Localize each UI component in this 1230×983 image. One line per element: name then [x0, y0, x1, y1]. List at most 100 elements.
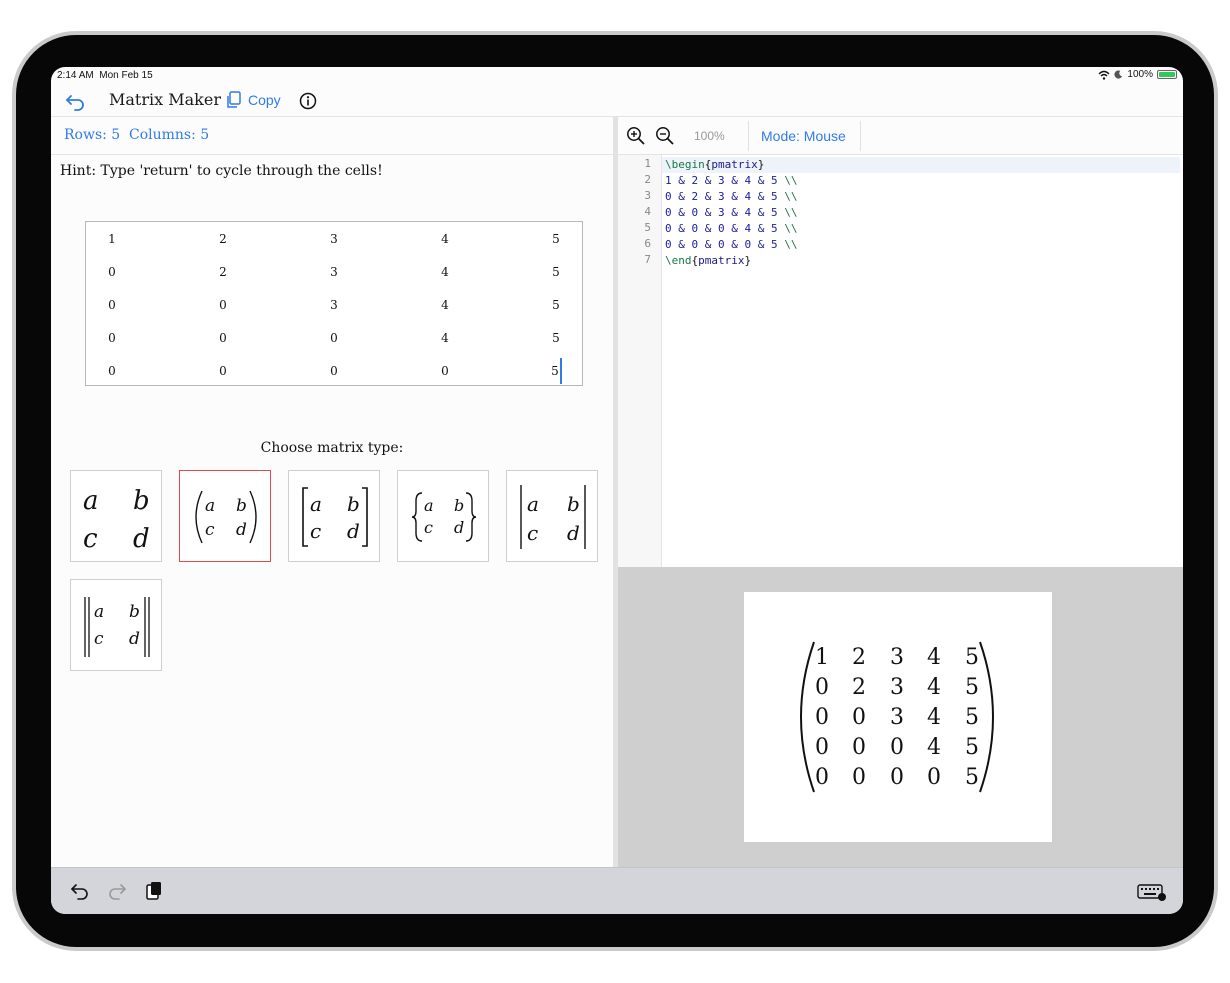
- rendered-matrix-entry: 1: [815, 645, 829, 670]
- matrix-cell[interactable]: 0: [92, 292, 132, 318]
- type-letter: a: [424, 496, 434, 515]
- status-bar: 2:14 AM Mon Feb 15 100%: [51, 67, 1183, 85]
- matrix-cell[interactable]: 5: [536, 325, 576, 351]
- matrix-input-grid: 1 2 3 4 5 0 2 3 4 5 0 0 3 4 5 0 0 0 4 5 …: [85, 221, 583, 386]
- type-letter: b: [454, 496, 464, 515]
- rendered-matrix-entry: 0: [815, 735, 829, 760]
- back-arrow-icon[interactable]: [64, 90, 86, 112]
- copy-button[interactable]: Copy: [226, 91, 281, 109]
- keyboard-icon[interactable]: [1137, 880, 1167, 902]
- type-letter: a: [94, 602, 104, 622]
- type-letter: b: [567, 492, 580, 516]
- matrix-cell[interactable]: 3: [314, 226, 354, 252]
- left-paren: [800, 641, 815, 793]
- paste-icon[interactable]: [143, 880, 165, 902]
- matrix-cell[interactable]: 5: [536, 226, 576, 252]
- hint-text: Hint: Type 'return' to cycle through the…: [60, 163, 383, 179]
- matrix-cell[interactable]: 1: [92, 226, 132, 252]
- rows-button[interactable]: Rows: 5: [64, 127, 120, 143]
- matrix-cell[interactable]: 0: [425, 358, 465, 384]
- line-number: 4: [644, 205, 651, 218]
- rendered-matrix-entry: 0: [927, 765, 941, 790]
- rendered-matrix-entry: 4: [927, 645, 941, 670]
- dimension-bar: Rows: 5 Columns: 5: [51, 117, 613, 155]
- matrix-cell[interactable]: 2: [203, 259, 243, 285]
- code-line: 0 & 0 & 0 & 4 & 5 \\: [665, 221, 797, 237]
- matrix-cell[interactable]: 4: [425, 226, 465, 252]
- wifi-icon: [1098, 70, 1110, 80]
- code-line: 0 & 0 & 3 & 4 & 5 \\: [665, 205, 797, 221]
- rendered-matrix-entry: 3: [890, 645, 904, 670]
- line-number: 5: [644, 221, 651, 234]
- status-date-text: Mon Feb 15: [99, 70, 153, 81]
- status-time-text: 2:14 AM: [57, 70, 94, 81]
- copy-label: Copy: [248, 92, 281, 108]
- double-bars-matrix-icon: a b c d: [84, 597, 150, 657]
- matrix-type-parentheses[interactable]: a b c d: [179, 470, 271, 562]
- brackets-matrix-icon: a b c d: [302, 487, 368, 547]
- vertical-bars-matrix-icon: a b c d: [520, 485, 586, 549]
- matrix-cell[interactable]: 4: [425, 259, 465, 285]
- matrix-type-vertical-bars[interactable]: a b c d: [506, 470, 598, 562]
- type-letter: c: [424, 518, 433, 537]
- matrix-cell[interactable]: 0: [314, 358, 354, 384]
- matrix-cell[interactable]: 5: [536, 259, 576, 285]
- zoom-level: 100%: [694, 129, 725, 143]
- latex-code-editor[interactable]: 1 2 3 4 5 6 7 \begin{pmatrix} 1 & 2 & 3 …: [618, 155, 1183, 567]
- zoom-in-icon[interactable]: [626, 126, 646, 146]
- rendered-matrix-page: 1234502345003450004500005: [744, 592, 1052, 842]
- line-number: 2: [644, 173, 651, 186]
- copy-icon: [227, 91, 241, 108]
- matrix-cell[interactable]: 0: [92, 259, 132, 285]
- type-letter: d: [129, 629, 140, 649]
- matrix-cell-active[interactable]: 5: [550, 358, 562, 384]
- type-letter: d: [454, 518, 464, 537]
- zoom-out-icon[interactable]: [655, 126, 675, 146]
- render-preview-area: 1234502345003450004500005: [618, 567, 1183, 867]
- matrix-type-brackets[interactable]: a b c d: [288, 470, 380, 562]
- type-letter: c: [205, 520, 215, 540]
- matrix-type-braces[interactable]: a b c d: [397, 470, 489, 562]
- type-letter: d: [347, 519, 360, 543]
- matrix-type-plain[interactable]: a b c d: [70, 470, 162, 562]
- type-letter: b: [236, 496, 247, 516]
- mode-button[interactable]: Mode: Mouse: [761, 128, 846, 144]
- rendered-matrix-entry: 0: [852, 765, 866, 790]
- columns-button[interactable]: Columns: 5: [129, 127, 209, 143]
- undo-icon[interactable]: [69, 880, 91, 902]
- rendered-matrix: 1 2 3 4 50 2 3 4 50 0 3 4 50 0 0 4 50 0 0 0 5: [800, 641, 994, 793]
- line-number: 6: [644, 237, 651, 250]
- matrix-cell[interactable]: 2: [203, 226, 243, 252]
- matrix-cell[interactable]: 3: [314, 292, 354, 318]
- type-letter: c: [310, 519, 321, 543]
- braces-matrix-icon: a b c d: [411, 492, 477, 542]
- matrix-cell[interactable]: 0: [203, 358, 243, 384]
- matrix-cell[interactable]: 0: [203, 325, 243, 351]
- matrix-cell[interactable]: 4: [425, 292, 465, 318]
- matrix-cell[interactable]: 4: [425, 325, 465, 351]
- matrix-cell[interactable]: 0: [92, 325, 132, 351]
- code-row-end: \\: [784, 174, 798, 187]
- rendered-matrix-entry: 3: [890, 675, 904, 700]
- rendered-matrix-entry: 0: [815, 705, 829, 730]
- type-letter: c: [94, 629, 104, 649]
- status-time: 2:14 AM Mon Feb 15: [57, 70, 153, 81]
- info-icon[interactable]: [299, 92, 317, 110]
- rendered-matrix-entry: 0: [890, 765, 904, 790]
- code-row: 0 & 0 & 0 & 0 & 5: [665, 238, 778, 251]
- line-number: 3: [644, 189, 651, 202]
- matrix-cell[interactable]: 0: [203, 292, 243, 318]
- matrix-editor-pane: Rows: 5 Columns: 5 Hint: Type 'return' t…: [51, 117, 613, 867]
- matrix-cell[interactable]: 3: [314, 259, 354, 285]
- type-letter: c: [527, 521, 538, 545]
- matrix-cell[interactable]: 5: [536, 292, 576, 318]
- type-letter: d: [236, 520, 247, 540]
- parentheses-matrix-icon: a b c d: [195, 490, 257, 544]
- matrix-cell[interactable]: 0: [92, 358, 132, 384]
- navigation-bar: Matrix Maker Copy: [51, 85, 1183, 117]
- redo-icon[interactable]: [106, 880, 128, 902]
- matrix-type-double-bars[interactable]: a b c d: [70, 579, 162, 671]
- code-line: 0 & 0 & 0 & 0 & 5 \\: [665, 237, 797, 253]
- matrix-cell[interactable]: 0: [314, 325, 354, 351]
- rendered-matrix-entry: 4: [927, 735, 941, 760]
